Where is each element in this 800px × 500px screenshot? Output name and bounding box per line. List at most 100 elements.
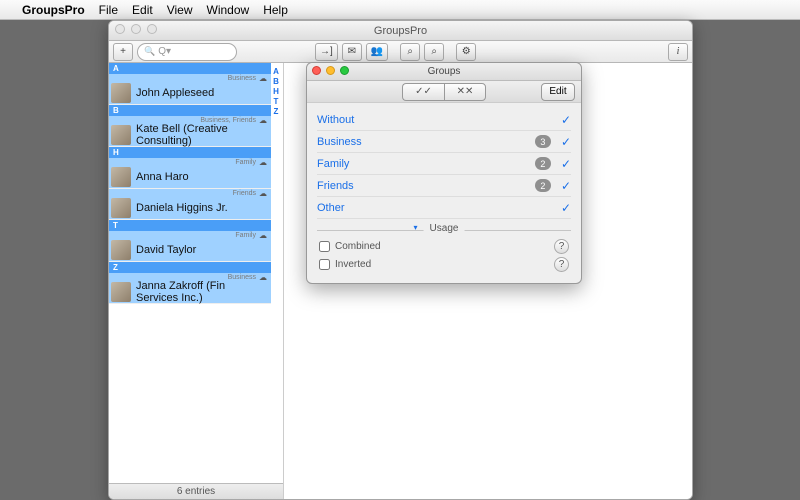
menu-edit[interactable]: Edit (132, 3, 153, 17)
avatar (111, 240, 131, 260)
groups-titlebar: Groups (307, 63, 581, 81)
close-icon[interactable] (312, 66, 321, 75)
group-name: Business (317, 136, 362, 148)
uncheck-all-button[interactable]: ✕✕ (444, 83, 486, 101)
contact-tags: Family (109, 231, 271, 239)
import-button[interactable]: →] (315, 43, 338, 61)
combined-label: Combined (335, 241, 381, 252)
index-letter[interactable]: A (273, 67, 279, 76)
mail-button[interactable]: ✉ (342, 43, 362, 61)
menu-help[interactable]: Help (263, 3, 288, 17)
avatar (111, 125, 131, 145)
menu-file[interactable]: File (99, 3, 118, 17)
window-title: GroupsPro (374, 25, 427, 37)
count-badge: 3 (535, 135, 551, 148)
checkmark-icon: ✓ (561, 135, 571, 149)
magnify-minus-icon: ⌕ (431, 46, 437, 57)
contact-name: Anna Haro (136, 171, 189, 183)
zoom-icon[interactable] (340, 66, 349, 75)
minimize-icon[interactable] (326, 66, 335, 75)
zoom-icon[interactable] (147, 24, 157, 34)
zoom-out-button[interactable]: ⌕ (424, 43, 444, 61)
contact-name: John Appleseed (136, 87, 214, 99)
groups-button[interactable]: 👥 (366, 43, 388, 61)
list-item[interactable]: Business John Appleseed (109, 74, 271, 105)
section-header: T (109, 220, 271, 231)
group-name: Family (317, 158, 349, 170)
avatar (111, 282, 131, 302)
groups-toolbar: ✓✓ ✕✕ Edit (307, 81, 581, 103)
close-icon[interactable] (115, 24, 125, 34)
groups-panel: Groups ✓✓ ✕✕ Edit Without ✓ Business 3✓ … (306, 62, 582, 284)
contact-tags: Friends (109, 189, 271, 197)
groups-title: Groups (428, 66, 461, 77)
help-button[interactable]: ? (554, 257, 569, 272)
menu-view[interactable]: View (167, 3, 193, 17)
group-name: Friends (317, 180, 354, 192)
section-header: A (109, 63, 271, 74)
contacts-sidebar: A B H T Z A Business John Appleseed B Bu… (109, 63, 284, 499)
zoom-in-button[interactable]: ⌕ (400, 43, 420, 61)
minimize-icon[interactable] (131, 24, 141, 34)
checkmark-icon: ✓ (561, 113, 571, 127)
list-item[interactable]: Business Janna Zakroff (Fin Services Inc… (109, 273, 271, 304)
info-button[interactable]: i (668, 43, 688, 61)
avatar (111, 198, 131, 218)
combined-checkbox[interactable]: Combined (319, 241, 381, 252)
group-row[interactable]: Other ✓ (317, 197, 571, 219)
checkmark-icon: ✓ (561, 179, 571, 193)
usage-label: Usage (424, 223, 465, 234)
count-badge: 2 (535, 179, 551, 192)
index-letter[interactable]: H (273, 87, 279, 96)
list-item[interactable]: Family David Taylor (109, 231, 271, 262)
avatar (111, 167, 131, 187)
section-header: H (109, 147, 271, 158)
contact-tags: Family (109, 158, 271, 166)
menu-window[interactable]: Window (207, 3, 250, 17)
list-item[interactable]: Friends Daniela Higgins Jr. (109, 189, 271, 220)
list-item[interactable]: Business, Friends Kate Bell (Creative Co… (109, 116, 271, 147)
contact-name: Daniela Higgins Jr. (136, 202, 228, 214)
group-name: Other (317, 202, 345, 214)
add-button[interactable]: + (113, 43, 133, 61)
group-row[interactable]: Without ✓ (317, 109, 571, 131)
list-item[interactable]: Family Anna Haro (109, 158, 271, 189)
gear-icon: ⚙ (462, 46, 471, 57)
status-bar: 6 entries (109, 483, 283, 499)
contact-name: Kate Bell (Creative Consulting) (136, 123, 269, 147)
people-icon: 👥 (371, 46, 383, 57)
system-menubar: GroupsPro File Edit View Window Help (0, 0, 800, 20)
avatar (111, 83, 131, 103)
inverted-checkbox[interactable]: Inverted (319, 259, 371, 270)
group-row[interactable]: Business 3 ✓ (317, 131, 571, 153)
group-row[interactable]: Friends 2 ✓ (317, 175, 571, 197)
help-button[interactable]: ? (554, 239, 569, 254)
edit-button[interactable]: Edit (541, 83, 575, 101)
contact-name: David Taylor (136, 244, 196, 256)
magnify-plus-icon: ⌕ (407, 46, 413, 57)
section-header: B (109, 105, 271, 116)
contact-tags: Business (109, 74, 271, 82)
index-column: A B H T Z (271, 67, 281, 116)
traffic-lights (115, 24, 157, 34)
search-input[interactable]: Q▾ (137, 43, 237, 61)
import-icon: →] (320, 46, 333, 57)
count-badge: 2 (535, 157, 551, 170)
checkmark-icon: ✓ (561, 157, 571, 171)
group-name: Without (317, 114, 354, 126)
inverted-label: Inverted (335, 259, 371, 270)
contacts-list[interactable]: A Business John Appleseed B Business, Fr… (109, 63, 271, 483)
contact-name: Janna Zakroff (Fin Services Inc.) (136, 280, 269, 304)
index-letter[interactable]: B (273, 77, 279, 86)
group-row[interactable]: Family 2 ✓ (317, 153, 571, 175)
check-all-button[interactable]: ✓✓ (402, 83, 444, 101)
main-toolbar: + Q▾ →] ✉ 👥 ⌕ ⌕ ⚙ i (109, 41, 692, 63)
window-titlebar: GroupsPro (109, 21, 692, 41)
section-header: Z (109, 262, 271, 273)
settings-button[interactable]: ⚙ (456, 43, 476, 61)
checkmark-icon: ✓ (561, 201, 571, 215)
app-menu[interactable]: GroupsPro (22, 3, 85, 17)
index-letter[interactable]: Z (274, 107, 279, 116)
index-letter[interactable]: T (274, 97, 279, 106)
usage-separator: Usage (317, 223, 571, 237)
